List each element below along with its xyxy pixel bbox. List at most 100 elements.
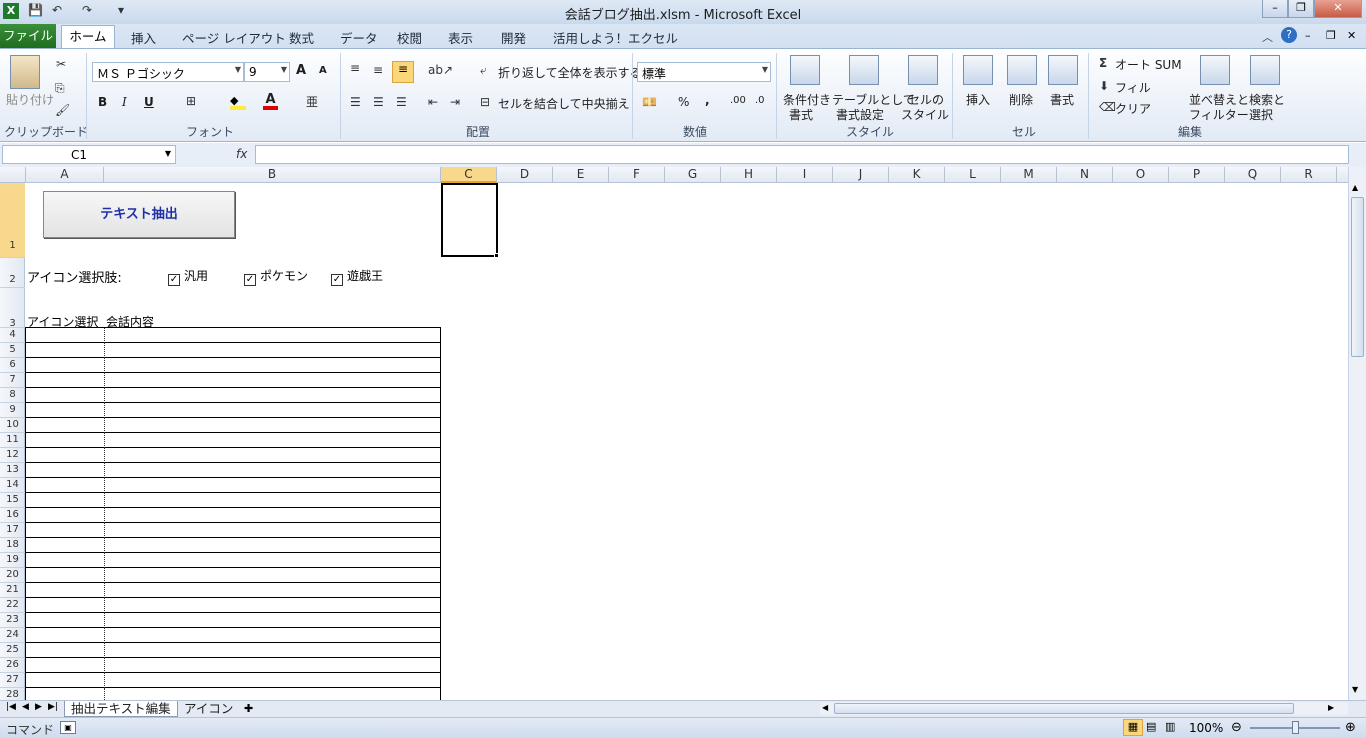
column-header-j[interactable]: J [833,167,889,183]
row-header-2[interactable]: 2 [0,258,25,288]
align-left-icon[interactable]: ☰ [350,95,361,109]
table-row[interactable] [26,478,440,493]
row-header-8[interactable]: 8 [0,388,25,403]
close-button[interactable]: ✕ [1314,0,1362,18]
cell-styles-button-2[interactable]: スタイル [901,106,949,123]
row-header-15[interactable]: 15 [0,493,25,508]
sort-filter-icon[interactable] [1200,55,1230,85]
percent-button[interactable]: % [678,95,689,109]
table-row[interactable] [26,433,440,448]
grow-font-icon[interactable]: A [296,63,306,78]
sheet-tab-extract[interactable]: 抽出テキスト編集 [64,701,178,717]
selected-cell-c1[interactable] [441,183,498,257]
row-header-1[interactable]: 1 [0,183,25,258]
paste-icon[interactable] [10,55,40,89]
row-header-9[interactable]: 9 [0,403,25,418]
fill-icon[interactable]: ⬇ [1099,79,1109,93]
row-header-4[interactable]: 4 [0,328,25,343]
column-header-h[interactable]: H [721,167,777,183]
ribbon-collapse-icon[interactable]: ︿ [1262,29,1273,45]
row-header-6[interactable]: 6 [0,358,25,373]
column-header-r[interactable]: R [1281,167,1337,183]
decrease-decimal-button[interactable]: .0 [755,95,765,106]
tab-review[interactable]: 校閲 [397,28,422,47]
column-header-m[interactable]: M [1001,167,1057,183]
sheet-tab-icon[interactable]: アイコン [178,701,239,717]
phonetic-icon[interactable]: 亜 [306,93,318,110]
row-header-27[interactable]: 27 [0,673,25,688]
row-header-24[interactable]: 24 [0,628,25,643]
row-header-26[interactable]: 26 [0,658,25,673]
find-select-button-2[interactable]: 選択 [1249,106,1273,123]
table-row[interactable] [26,628,440,643]
vertical-scroll-thumb[interactable] [1351,197,1364,357]
sort-filter-button-2[interactable]: フィルター [1189,106,1249,123]
bold-button[interactable]: B [98,95,107,109]
column-header-q[interactable]: Q [1225,167,1281,183]
table-row[interactable] [26,328,440,343]
table-row[interactable] [26,598,440,613]
checkbox-yugioh[interactable]: ✓ 遊戯王 [331,267,383,286]
minimize-button[interactable]: – [1262,0,1288,18]
table-row[interactable] [26,493,440,508]
row-header-20[interactable]: 20 [0,568,25,583]
align-bottom-icon[interactable]: ≡ [392,61,414,83]
border-icon[interactable]: ⊞ [186,94,196,108]
table-row[interactable] [26,658,440,673]
underline-button[interactable]: U [144,95,154,109]
column-header-g[interactable]: G [665,167,721,183]
fill-color-icon[interactable]: ◆ [230,94,246,110]
workbook-minimize-icon[interactable]: – [1305,29,1311,42]
first-sheet-icon[interactable]: |◀ [6,702,16,712]
column-header-k[interactable]: K [889,167,945,183]
table-row[interactable] [26,373,440,388]
row-header-28[interactable]: 28 [0,688,25,700]
row-header-10[interactable]: 10 [0,418,25,433]
tab-home[interactable]: ホーム [61,25,115,49]
row-header-5[interactable]: 5 [0,343,25,358]
name-box[interactable]: C1 ▼ [2,145,176,164]
orientation-icon[interactable]: ab↗ [428,63,453,77]
restore-button[interactable]: ❐ [1288,0,1314,18]
wrap-text-button[interactable]: 折り返して全体を表示する [498,64,642,81]
delete-cells-icon[interactable] [1007,55,1037,85]
format-cells-icon[interactable] [1048,55,1078,85]
row-header-25[interactable]: 25 [0,643,25,658]
autosum-button[interactable]: オート SUM [1115,56,1182,73]
normal-view-icon[interactable]: ▦ [1123,719,1143,736]
format-cells-button[interactable]: 書式 [1050,91,1074,108]
row-header-13[interactable]: 13 [0,463,25,478]
extract-text-button[interactable]: テキスト抽出 [43,191,235,238]
row-header-11[interactable]: 11 [0,433,25,448]
format-painter-icon[interactable]: 🖌 [55,103,70,117]
table-row[interactable] [26,358,440,373]
column-header-b[interactable]: B [104,167,441,183]
row-header-3[interactable]: 3 [0,288,25,329]
tab-view[interactable]: 表示 [448,28,473,47]
table-row[interactable] [26,388,440,403]
autosum-icon[interactable]: Σ [1099,56,1107,70]
horizontal-scroll-thumb[interactable] [834,703,1294,714]
zoom-level[interactable]: 100% [1189,721,1223,735]
number-format-combo[interactable]: 標準 ▼ [637,62,771,82]
table-row[interactable] [26,403,440,418]
insert-function-icon[interactable]: fx [236,147,247,161]
page-break-view-icon[interactable]: ▥ [1165,720,1175,733]
insert-cells-button[interactable]: 挿入 [966,91,990,108]
row-header-18[interactable]: 18 [0,538,25,553]
table-row[interactable] [26,643,440,658]
row-header-19[interactable]: 19 [0,553,25,568]
table-row[interactable] [26,688,440,700]
increase-decimal-button[interactable]: .00 [730,95,746,106]
clear-icon[interactable]: ⌫ [1099,100,1116,114]
vertical-scrollbar[interactable]: ▲ ▼ [1348,167,1366,700]
column-header-l[interactable]: L [945,167,1001,183]
tab-page-layout[interactable]: ページ レイアウト [182,28,286,47]
select-all-corner[interactable] [0,167,26,183]
copy-icon[interactable]: ⎘ [55,81,65,96]
delete-cells-button[interactable]: 削除 [1009,91,1033,108]
scroll-down-icon[interactable]: ▼ [1352,685,1358,694]
tab-data[interactable]: データ [340,28,378,47]
scroll-right-icon[interactable]: ▶ [1328,703,1334,712]
table-row[interactable] [26,448,440,463]
